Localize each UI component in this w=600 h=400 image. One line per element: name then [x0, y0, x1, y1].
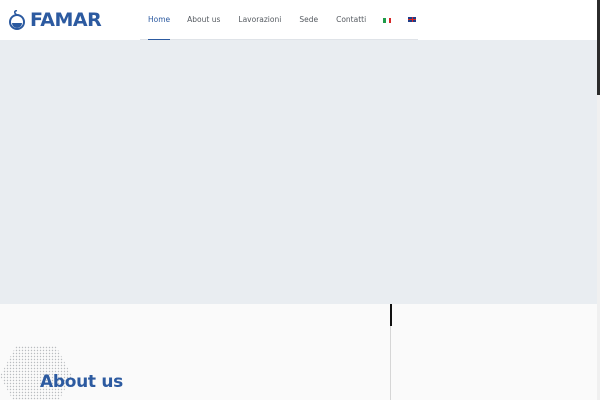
flag-uk-icon[interactable]: [408, 17, 417, 22]
nav-item-lavorazioni[interactable]: Lavorazioni: [238, 0, 281, 40]
hero-banner: [0, 40, 597, 304]
about-section: About us: [0, 304, 597, 400]
main-nav: Home About us Lavorazioni Sede Contatti: [140, 0, 418, 41]
nav-item-contatti[interactable]: Contatti: [336, 0, 366, 40]
brand-logo[interactable]: FAMAR: [8, 9, 102, 31]
brand-name: FAMAR: [30, 9, 102, 31]
flask-icon: [9, 10, 25, 30]
nav-item-sede[interactable]: Sede: [299, 0, 318, 40]
site-header: FAMAR Home About us Lavorazioni Sede Con…: [0, 0, 600, 41]
divider-accent: [390, 304, 392, 326]
flag-it-icon[interactable]: [383, 17, 392, 23]
about-us-heading: About us: [40, 372, 123, 392]
nav-item-about-us[interactable]: About us: [187, 0, 220, 40]
nav-item-home[interactable]: Home: [148, 0, 171, 41]
